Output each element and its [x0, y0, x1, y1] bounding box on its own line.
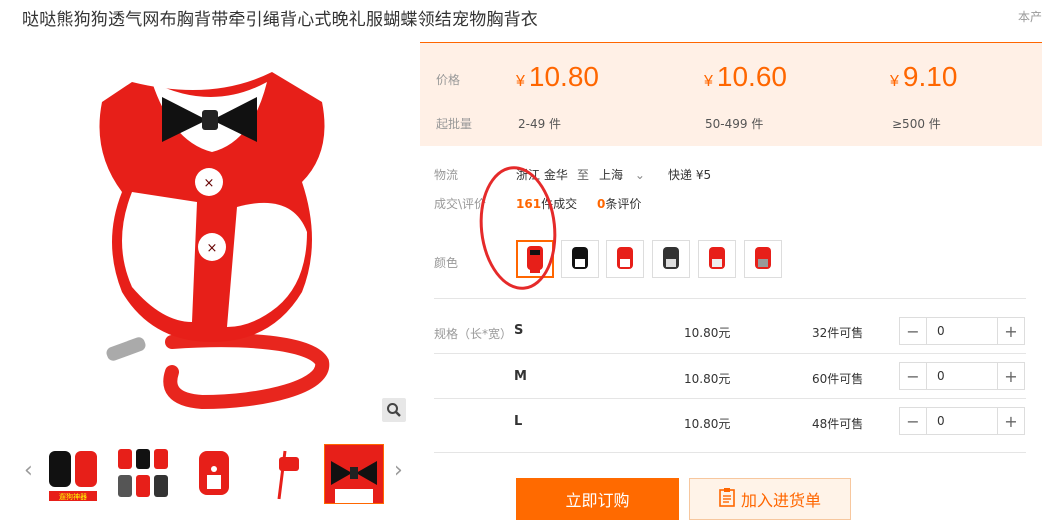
add-to-cart-button[interactable]: 加入进货单	[689, 478, 851, 520]
price-tier-3: ¥9.10	[890, 61, 958, 92]
color-swatch-3[interactable]	[606, 240, 644, 278]
chevron-left-icon[interactable]: ‹	[24, 460, 33, 482]
svg-text:×: ×	[207, 241, 218, 256]
corner-text: 本产	[1017, 10, 1042, 24]
thumbnail-2[interactable]	[114, 444, 174, 504]
add-to-cart-label: 加入进货单	[740, 491, 821, 510]
color-swatch-4[interactable]	[652, 240, 690, 278]
spec-row-m: M 10.80元 60件可售 − 0 +	[434, 354, 1026, 398]
plus-button[interactable]: +	[998, 363, 1024, 389]
price-tier-2: ¥10.60	[704, 61, 787, 92]
buy-now-button[interactable]: 立即订购	[516, 478, 679, 520]
sales-label: 成交\评价	[434, 197, 487, 211]
plus-button[interactable]: +	[998, 318, 1024, 344]
qty-range-3: ≥500 件	[892, 117, 941, 131]
ship-to-word: 至	[577, 168, 590, 182]
spec-size: M	[514, 369, 527, 384]
clipboard-icon	[719, 487, 735, 511]
quantity-input[interactable]: 0	[926, 408, 998, 434]
quantity-input[interactable]: 0	[926, 318, 998, 344]
qty-range-1: 2-49 件	[518, 117, 562, 131]
color-swatch-6[interactable]	[744, 240, 782, 278]
thumbnail-4[interactable]	[254, 444, 314, 504]
quantity-input[interactable]: 0	[926, 363, 998, 389]
color-swatch-5[interactable]	[698, 240, 736, 278]
magnifier-icon[interactable]	[382, 398, 406, 422]
ship-to-select[interactable]: 上海 ⌄	[599, 166, 645, 183]
price-panel: 价格 起批量 ¥10.80 ¥10.60 ¥9.10 2-49 件 50-499…	[420, 42, 1042, 146]
logistics-label: 物流	[434, 168, 459, 182]
price-label: 价格	[436, 73, 461, 87]
thumbnail-3[interactable]	[184, 444, 244, 504]
spec-stock: 48件可售	[812, 417, 864, 431]
plus-button[interactable]: +	[998, 408, 1024, 434]
thumbnail-1[interactable]: 遛狗神器	[44, 444, 104, 504]
product-title: 哒哒熊狗狗透气网布胸背带牵引绳背心式晚礼服蝴蝶领结宠物胸背衣	[22, 10, 538, 30]
quantity-stepper: − 0 +	[899, 317, 1025, 345]
spec-row-s: S 10.80元 32件可售 − 0 +	[434, 309, 1026, 353]
shipping-fee: 快递 ¥5	[668, 168, 712, 182]
thumbnail-badge: 遛狗神器	[59, 492, 87, 501]
thumbnail-5[interactable]	[324, 444, 384, 504]
thumbnail-strip: ‹ 遛狗神器 ›	[22, 442, 410, 504]
spec-price: 10.80元	[684, 417, 731, 431]
quantity-stepper: − 0 +	[899, 362, 1025, 390]
qty-range-2: 50-499 件	[705, 117, 764, 131]
chevron-right-icon[interactable]: ›	[394, 460, 403, 482]
spec-stock: 60件可售	[812, 372, 864, 386]
main-product-image: × ×	[22, 42, 408, 424]
spec-price: 10.80元	[684, 372, 731, 386]
price-tier-1: ¥10.80	[516, 61, 599, 92]
review-count[interactable]: 0条评价	[597, 195, 641, 212]
chevron-down-icon: ⌄	[634, 168, 645, 182]
color-swatch-2[interactable]	[561, 240, 599, 278]
spec-size: S	[514, 323, 524, 338]
minus-button[interactable]: −	[900, 363, 926, 389]
spec-row-l: L 10.80元 48件可售 − 0 +	[434, 399, 1026, 443]
minus-button[interactable]: −	[900, 408, 926, 434]
divider	[434, 298, 1026, 299]
spec-price: 10.80元	[684, 326, 731, 340]
spec-stock: 32件可售	[812, 326, 864, 340]
minus-button[interactable]: −	[900, 318, 926, 344]
color-label: 颜色	[434, 256, 459, 270]
svg-text:×: ×	[204, 176, 215, 191]
spec-size: L	[514, 414, 523, 429]
divider	[434, 452, 1026, 453]
moq-label: 起批量	[436, 117, 473, 131]
quantity-stepper: − 0 +	[899, 407, 1025, 435]
